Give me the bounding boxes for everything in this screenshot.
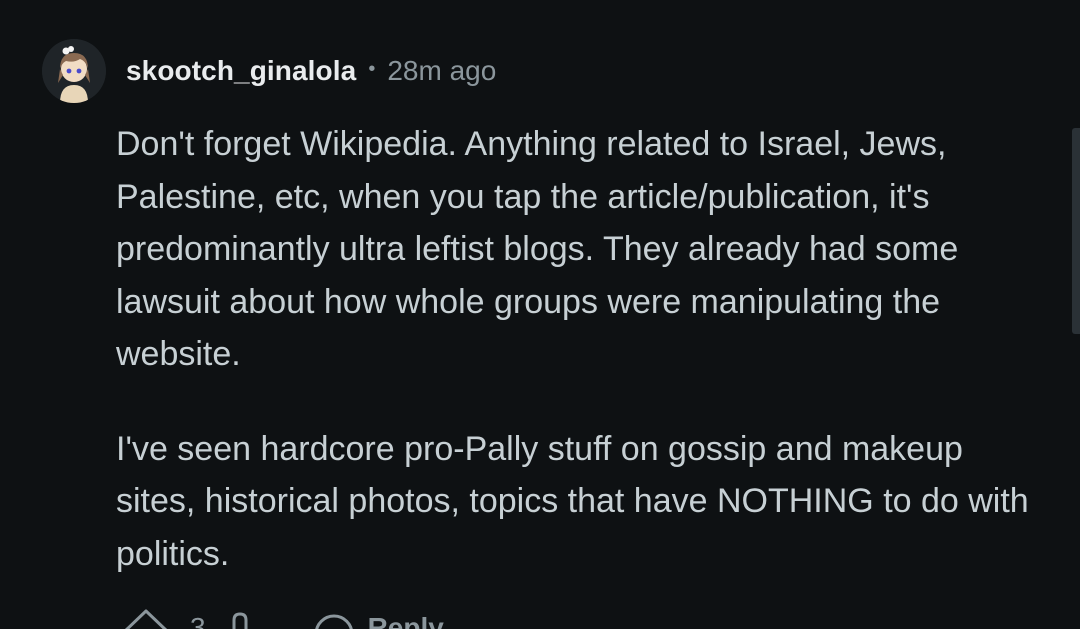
reply-label: Reply (367, 612, 444, 629)
meta-separator: • (368, 57, 376, 80)
comment-header: skootch_ginalola • 28m ago (42, 38, 496, 104)
chat-bubble-icon (312, 600, 356, 629)
avatar[interactable] (42, 39, 106, 103)
scrollbar[interactable] (1072, 128, 1080, 334)
comment-timestamp: 28m ago (387, 55, 497, 86)
comment-actions: 3 Reply (116, 600, 444, 629)
vote-count: 3 (190, 612, 206, 629)
reply-button[interactable]: Reply (312, 600, 444, 629)
downvote-arrow-icon[interactable] (224, 600, 256, 629)
vote-group: 3 (116, 600, 256, 629)
comment-paragraph: Don't forget Wikipedia. Anything related… (116, 125, 959, 373)
author-username[interactable]: skootch_ginalola (126, 55, 356, 87)
upvote-arrow-icon[interactable] (116, 600, 176, 629)
comment-card: skootch_ginalola • 28m ago Don't forget … (0, 0, 1080, 629)
comment-paragraph: I've seen hardcore pro-Pally stuff on go… (116, 429, 1029, 573)
comment-body: Don't forget Wikipedia. Anything related… (116, 118, 1046, 580)
